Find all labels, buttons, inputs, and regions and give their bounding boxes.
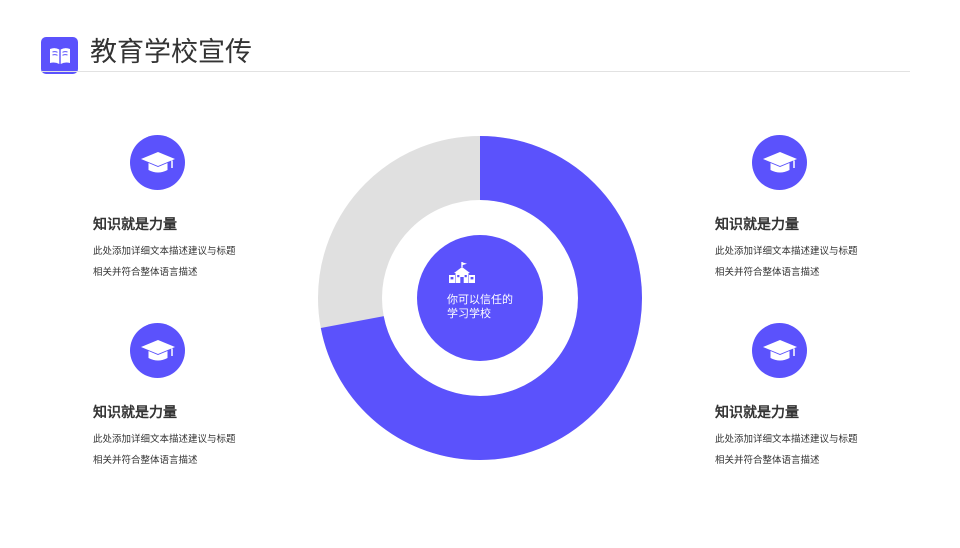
school-building-icon [448, 261, 476, 285]
donut-center-label: 你可以信任的 学习学校 [447, 293, 513, 321]
graduation-cap-icon [752, 323, 807, 378]
graduation-cap-icon [752, 135, 807, 190]
feature-title: 知识就是力量 [715, 405, 799, 421]
feature-title: 知识就是力量 [93, 217, 177, 233]
book-icon [41, 37, 78, 74]
header-divider [41, 71, 910, 72]
graduation-cap-icon [130, 323, 185, 378]
feature-description-line-1: 此处添加详细文本描述建议与标题 [715, 246, 858, 257]
feature-description-line-1: 此处添加详细文本描述建议与标题 [715, 434, 858, 445]
graduation-cap-icon [130, 135, 185, 190]
donut-center-line-1: 你可以信任的 [447, 293, 513, 306]
feature-description-line-2: 相关并符合整体语言描述 [715, 455, 820, 466]
feature-description-line-1: 此处添加详细文本描述建议与标题 [93, 434, 236, 445]
feature-description-line-2: 相关并符合整体语言描述 [93, 267, 198, 278]
feature-title: 知识就是力量 [93, 405, 177, 421]
donut-center-line-2: 学习学校 [447, 307, 491, 320]
feature-description-line-1: 此处添加详细文本描述建议与标题 [93, 246, 236, 257]
slide-header: 教育学校宣传 [41, 36, 910, 74]
feature-description-line-2: 相关并符合整体语言描述 [93, 455, 198, 466]
feature-description-line-2: 相关并符合整体语言描述 [715, 267, 820, 278]
feature-title: 知识就是力量 [715, 217, 799, 233]
page-title: 教育学校宣传 [90, 37, 252, 68]
